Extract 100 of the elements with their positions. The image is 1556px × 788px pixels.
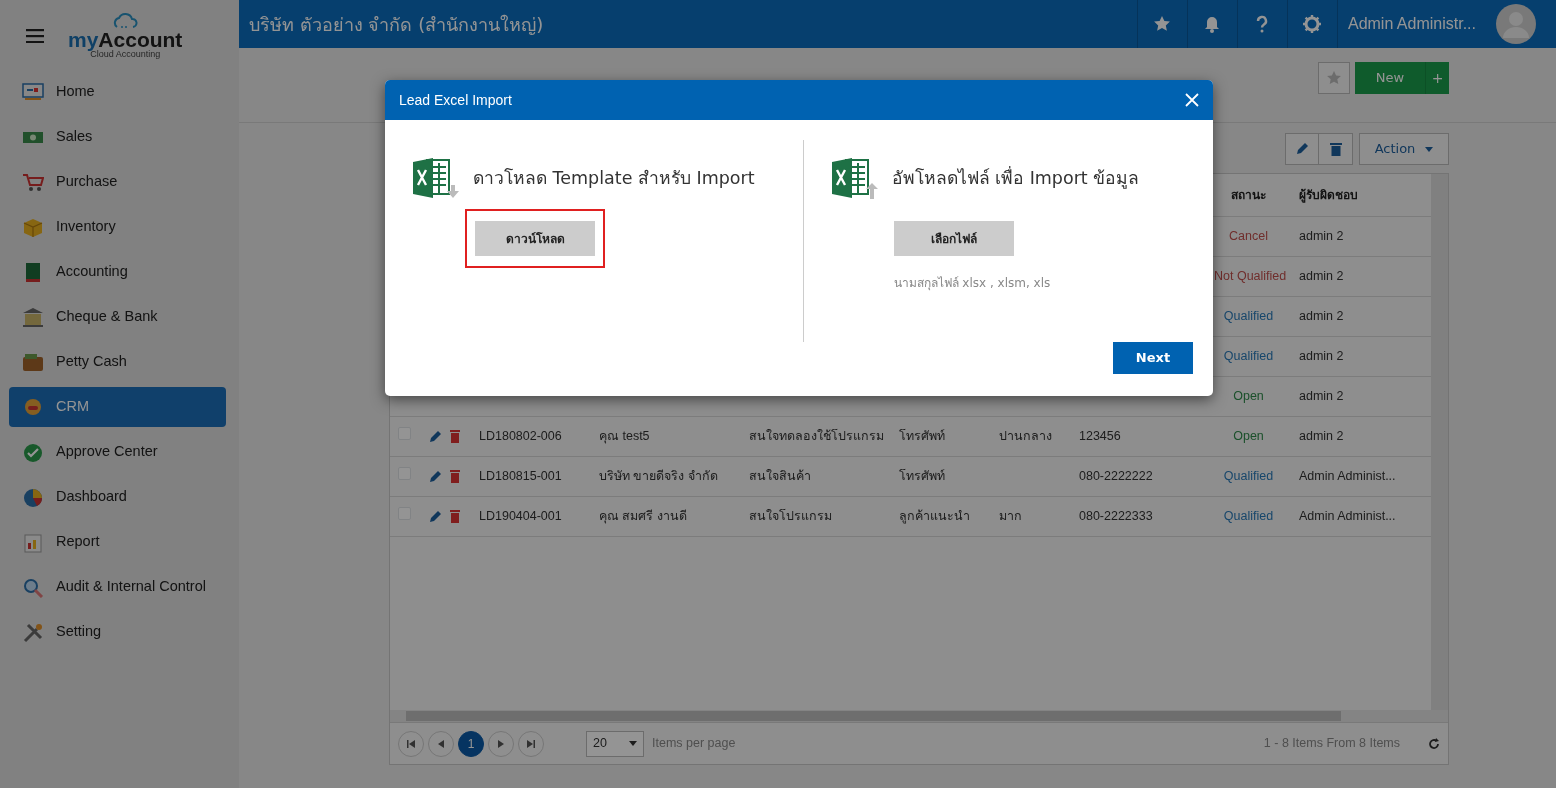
user-name[interactable]: Admin Administr... bbox=[1347, 12, 1476, 36]
page-size-select[interactable]: 20 bbox=[586, 730, 644, 757]
table-cell: มาก bbox=[991, 496, 1071, 536]
table-cell: admin 2 bbox=[1291, 296, 1421, 336]
company-name: บริษัท ตัวอย่าง จำกัด (สำนักงานใหญ่) bbox=[248, 12, 545, 37]
close-icon[interactable] bbox=[1185, 93, 1199, 107]
table-cell: ปานกลาง bbox=[991, 416, 1071, 456]
cart-icon bbox=[22, 171, 44, 193]
monitor-icon bbox=[22, 81, 44, 103]
table-cell: สนใจสินค้า bbox=[741, 456, 891, 496]
previous-page-icon bbox=[437, 739, 445, 748]
page-size-label: Items per page bbox=[652, 735, 736, 753]
table-cell: Admin Administ... bbox=[1291, 496, 1421, 536]
table-cell: admin 2 bbox=[1291, 376, 1421, 416]
table-cell: บริษัท ขายดีจริง จำกัด bbox=[591, 456, 741, 496]
previous-page-button[interactable] bbox=[428, 730, 454, 757]
choose-file-button[interactable]: เลือกไฟล์ bbox=[893, 221, 1014, 256]
table-cell: 123456 bbox=[1071, 416, 1206, 456]
table-cell: สนใจทดลองใช้โปรแกรม bbox=[741, 416, 891, 456]
excel-upload-icon bbox=[831, 157, 880, 199]
upload-heading: อัพโหลดไฟล์ เพื่อ Import ข้อมูล bbox=[891, 165, 1140, 191]
next-page-icon bbox=[497, 739, 505, 748]
table-cell: คุณ สมศรี งานดี bbox=[591, 496, 741, 536]
table-cell: 080-2222333 bbox=[1071, 496, 1206, 536]
brand-tagline: Cloud Accounting bbox=[90, 50, 161, 59]
cloud-icon bbox=[111, 13, 140, 29]
pencil-icon[interactable] bbox=[429, 469, 442, 483]
trash-icon[interactable] bbox=[450, 509, 460, 523]
horizontal-scrollbar[interactable] bbox=[390, 710, 1448, 722]
first-page-button[interactable] bbox=[398, 730, 424, 757]
table-cell: โทรศัพท์ bbox=[891, 456, 991, 496]
sidebar-item[interactable]: Audit & Internal Control bbox=[9, 567, 226, 607]
pencil-icon bbox=[1295, 142, 1309, 156]
table-cell: admin 2 bbox=[1291, 416, 1421, 456]
table-cell: สนใจโปรแกรม bbox=[741, 496, 891, 536]
table-cell: LD180815-001 bbox=[471, 456, 591, 496]
table-cell: admin 2 bbox=[1291, 256, 1421, 296]
download-heading: ดาวโหลด Template สำหรับ Import bbox=[473, 166, 755, 190]
star-icon bbox=[1326, 70, 1342, 86]
wallet-icon bbox=[22, 351, 44, 373]
next-page-button[interactable] bbox=[488, 730, 514, 757]
edit-button[interactable] bbox=[1285, 133, 1319, 165]
table-cell: Admin Administ... bbox=[1291, 456, 1421, 496]
brand-logo: myAccount bbox=[68, 29, 183, 50]
report-icon bbox=[22, 531, 44, 553]
table-cell: admin 2 bbox=[1291, 336, 1421, 376]
table-cell: คุณ test5 bbox=[591, 416, 741, 456]
bell-icon[interactable] bbox=[1203, 15, 1222, 33]
trash-icon[interactable] bbox=[450, 469, 460, 483]
pie-chart-icon bbox=[22, 486, 44, 508]
sidebar-item[interactable]: Setting bbox=[9, 612, 226, 652]
sidebar-item[interactable]: Purchase bbox=[9, 162, 226, 202]
pencil-icon[interactable] bbox=[429, 509, 442, 523]
excel-download-icon bbox=[413, 157, 461, 199]
download-button[interactable]: ดาวน์โหลด bbox=[475, 221, 595, 256]
sidebar-item[interactable]: Petty Cash bbox=[9, 342, 226, 382]
sidebar-item[interactable]: Sales bbox=[9, 117, 226, 157]
table-cell: ลูกค้าแนะนำ bbox=[891, 496, 991, 536]
sidebar-item[interactable]: Approve Center bbox=[9, 432, 226, 472]
bank-icon bbox=[22, 306, 44, 328]
avatar-icon[interactable] bbox=[1496, 4, 1536, 44]
new-button[interactable]: New bbox=[1355, 62, 1425, 94]
trash-icon[interactable] bbox=[450, 429, 460, 443]
sidebar-item[interactable]: Cheque & Bank bbox=[9, 297, 226, 337]
trash-icon bbox=[1329, 142, 1342, 156]
table-cell: admin 2 bbox=[1291, 216, 1421, 256]
pencil-icon[interactable] bbox=[429, 429, 442, 443]
sidebar-item[interactable]: CRM bbox=[9, 387, 226, 427]
first-page-icon bbox=[407, 739, 415, 748]
sidebar-item[interactable]: Dashboard bbox=[9, 477, 226, 517]
box-icon bbox=[22, 216, 44, 238]
vertical-scrollbar[interactable] bbox=[1431, 174, 1448, 710]
sidebar-item[interactable]: Accounting bbox=[9, 252, 226, 292]
dialog-title: Lead Excel Import bbox=[399, 90, 512, 110]
items-summary: 1 - 8 Items From 8 Items bbox=[1263, 735, 1400, 753]
sidebar-item[interactable]: Inventory bbox=[9, 207, 226, 247]
last-page-icon bbox=[527, 739, 535, 748]
action-dropdown[interactable]: Action bbox=[1359, 133, 1449, 165]
sidebar-item[interactable]: Home bbox=[9, 72, 226, 112]
table-cell: LD190404-001 bbox=[471, 496, 591, 536]
next-button[interactable]: Next bbox=[1113, 342, 1193, 374]
column-header[interactable]: ผู้รับผิดชอบ bbox=[1291, 174, 1421, 216]
last-page-button[interactable] bbox=[518, 730, 544, 757]
menu-icon[interactable] bbox=[26, 29, 44, 43]
status-cell: Qualified bbox=[1206, 496, 1291, 536]
page-button[interactable]: 1 bbox=[458, 730, 484, 757]
check-circle-icon bbox=[22, 441, 44, 463]
delete-button[interactable] bbox=[1319, 133, 1353, 165]
sidebar-item[interactable]: Report bbox=[9, 522, 226, 562]
settings-icon[interactable] bbox=[1303, 15, 1322, 33]
caret-icon bbox=[1425, 146, 1434, 152]
refresh-icon[interactable] bbox=[1428, 737, 1440, 750]
add-dropdown-button[interactable]: + bbox=[1425, 62, 1449, 94]
star-icon[interactable] bbox=[1153, 15, 1172, 33]
status-cell: Qualified bbox=[1206, 456, 1291, 496]
table-cell: โทรศัพท์ bbox=[891, 416, 991, 456]
magnifier-icon bbox=[22, 576, 44, 598]
tools-icon bbox=[22, 621, 44, 643]
file-type-hint: นามสกุลไฟล์ xlsx , xlsm, xls bbox=[893, 275, 1052, 292]
caret-icon bbox=[629, 741, 637, 746]
